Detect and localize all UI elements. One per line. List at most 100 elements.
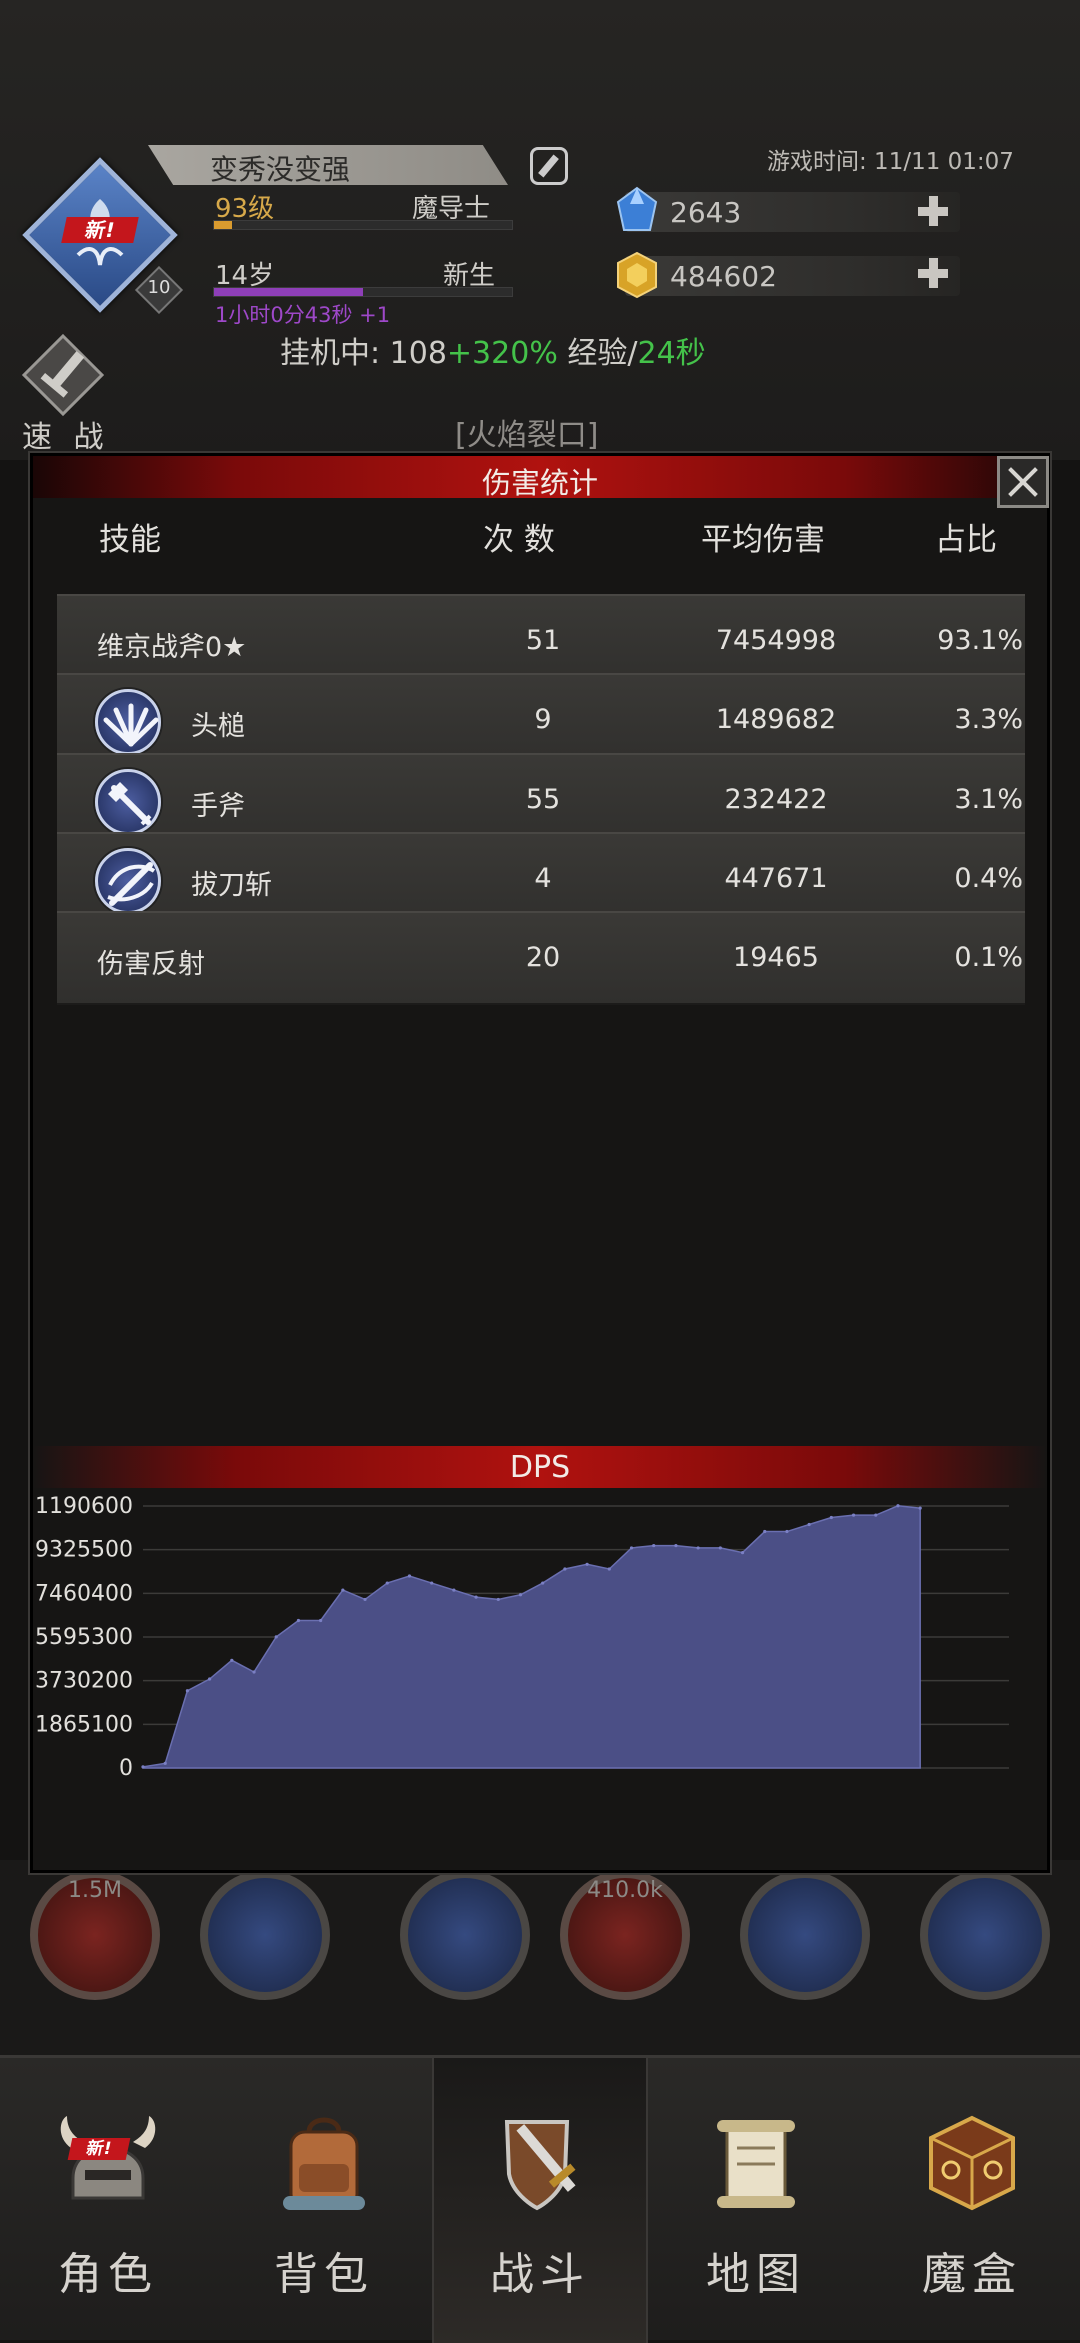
close-button[interactable]: [997, 456, 1049, 508]
dps-data-point: [585, 1562, 589, 1566]
dps-title: DPS: [509, 1450, 571, 1485]
backpack-icon: [283, 2117, 365, 2210]
dps-data-point: [851, 1513, 856, 1517]
average-damage: 7454998: [715, 625, 837, 656]
nav-item-map[interactable]: 地图: [648, 2058, 864, 2343]
gem-count: 2643: [670, 196, 742, 229]
zone-title: [火焰裂口]: [455, 418, 599, 453]
gold-count: 484602: [670, 260, 777, 293]
y-tick-label: 0: [119, 1756, 133, 1776]
skill-slot: [740, 1870, 870, 2000]
damage-percent: 3.1%: [954, 784, 1023, 815]
dps-data-point: [185, 1689, 190, 1693]
gold-icon: [617, 251, 657, 299]
damage-percent: 3.3%: [954, 704, 1023, 735]
nav-label-battle: 战斗: [490, 2249, 590, 2300]
hit-count: 55: [525, 784, 561, 815]
skill-name: 伤害反射: [97, 949, 205, 980]
hit-count: 4: [534, 863, 552, 894]
dps-data-point: [252, 1670, 256, 1674]
skill-name: 头槌: [191, 711, 245, 742]
new-badge: 新!: [67, 2138, 131, 2160]
add-gems-button[interactable]: [916, 194, 950, 228]
hand-axe-icon: [95, 769, 161, 835]
skill-slot: [400, 1870, 530, 2000]
column-header-count: 次 数: [483, 522, 555, 558]
dialog-title: 伤害统计: [481, 466, 598, 500]
dps-data-point: [874, 1513, 878, 1517]
nav-item-magic-box[interactable]: 魔盒: [864, 2058, 1080, 2343]
hit-count: 20: [525, 942, 561, 973]
y-tick-label: 11190600: [33, 1496, 133, 1519]
skill-name: 拔刀斩: [191, 870, 272, 901]
damage-stats-dialog: 伤害统计 技能 次 数 平均伤害 占比 维京战斧0★ 51 7454998 93.1%…: [30, 453, 1050, 1873]
skill-slot-value: 410.0k: [587, 1878, 663, 1903]
nav-label-backpack: 背包: [274, 2249, 374, 2300]
draw-slash-icon: [95, 848, 161, 914]
skill-bar-background: [0, 1860, 1080, 2060]
player-header: 新! 10 变秀没变强 93级 魔导士 14岁 新生 1小时0分43秒 +1 挂…: [0, 0, 1080, 460]
dps-data-point: [296, 1618, 301, 1623]
age-progress-fill: [214, 288, 363, 296]
dps-data-point: [896, 1504, 900, 1508]
dps-data-point: [674, 1543, 678, 1548]
dps-data-point: [452, 1588, 456, 1592]
skill-name: 维京战斧0★: [97, 632, 247, 663]
skill-name: 手斧: [191, 791, 245, 822]
dps-data-point: [829, 1515, 833, 1520]
gem-icon: [616, 186, 658, 231]
dps-data-point: [696, 1546, 700, 1550]
dps-data-point: [629, 1546, 634, 1550]
column-header-percent: 占比: [935, 522, 997, 558]
player-name: 变秀没变强: [210, 153, 351, 186]
quick-battle-icon[interactable]: [18, 330, 108, 420]
headbutt-icon: [95, 689, 161, 755]
skill-slot: [920, 1870, 1050, 2000]
dps-data-point: [208, 1677, 212, 1681]
edit-name-icon[interactable]: [530, 147, 568, 185]
y-tick-label: 3730200: [35, 1669, 133, 1694]
hit-count: 9: [534, 704, 552, 735]
bottom-nav: 新! 角色 背包 战斗 地图 魔盒: [0, 2055, 1080, 2343]
damage-percent: 93.1%: [937, 625, 1023, 656]
average-damage: 1489682: [715, 704, 837, 735]
time-gain-text: 1小时0分43秒 +1: [215, 303, 391, 327]
dps-data-point: [607, 1567, 611, 1571]
level-progress-bar: [213, 220, 513, 230]
dps-data-point: [363, 1597, 367, 1602]
new-badge: 新!: [61, 217, 139, 243]
idle-bonus: +320%: [446, 336, 558, 371]
dps-data-point: [141, 1765, 145, 1769]
column-header-skill: 技能: [99, 522, 161, 558]
nav-item-character[interactable]: 新! 角色: [0, 2058, 216, 2343]
dps-data-point: [518, 1593, 523, 1597]
dps-data-point: [807, 1522, 811, 1527]
dps-data-point: [763, 1529, 767, 1534]
nav-item-battle[interactable]: 战斗: [432, 2058, 648, 2343]
damage-percent: 0.4%: [954, 863, 1023, 894]
scroll-map-icon: [717, 2120, 795, 2208]
damage-percent: 0.1%: [954, 942, 1023, 973]
y-tick-label: 9325500: [35, 1538, 133, 1563]
dps-chart: 0 1865100 3730200 5595300 7460400 9325500 1119…: [33, 1496, 1009, 1776]
dps-data-point: [652, 1543, 656, 1548]
dps-data-point: [541, 1581, 545, 1585]
player-avatar[interactable]: 新! 10: [20, 155, 184, 315]
idle-prefix: 挂机中:: [280, 336, 390, 371]
nav-item-backpack[interactable]: 背包: [216, 2058, 432, 2343]
average-damage: 447671: [724, 863, 828, 894]
skill-slot-value: 1.5M: [68, 1878, 122, 1903]
average-damage: 19465: [733, 942, 819, 973]
hit-count: 51: [525, 625, 561, 656]
dps-data-point: [274, 1635, 278, 1639]
table-row: 伤害反射 20 19465 0.1%: [57, 911, 1025, 1005]
nav-label-character: 角色: [58, 2249, 158, 2300]
average-damage: 232422: [724, 784, 828, 815]
sword-shield-icon: [504, 2120, 576, 2211]
dps-data-point: [563, 1567, 567, 1571]
y-tick-label: 1865100: [35, 1712, 133, 1737]
quick-battle-label[interactable]: 速 战: [22, 412, 110, 456]
add-gold-button[interactable]: [916, 256, 950, 290]
dps-data-point: [163, 1761, 167, 1765]
dps-data-point: [230, 1658, 234, 1662]
